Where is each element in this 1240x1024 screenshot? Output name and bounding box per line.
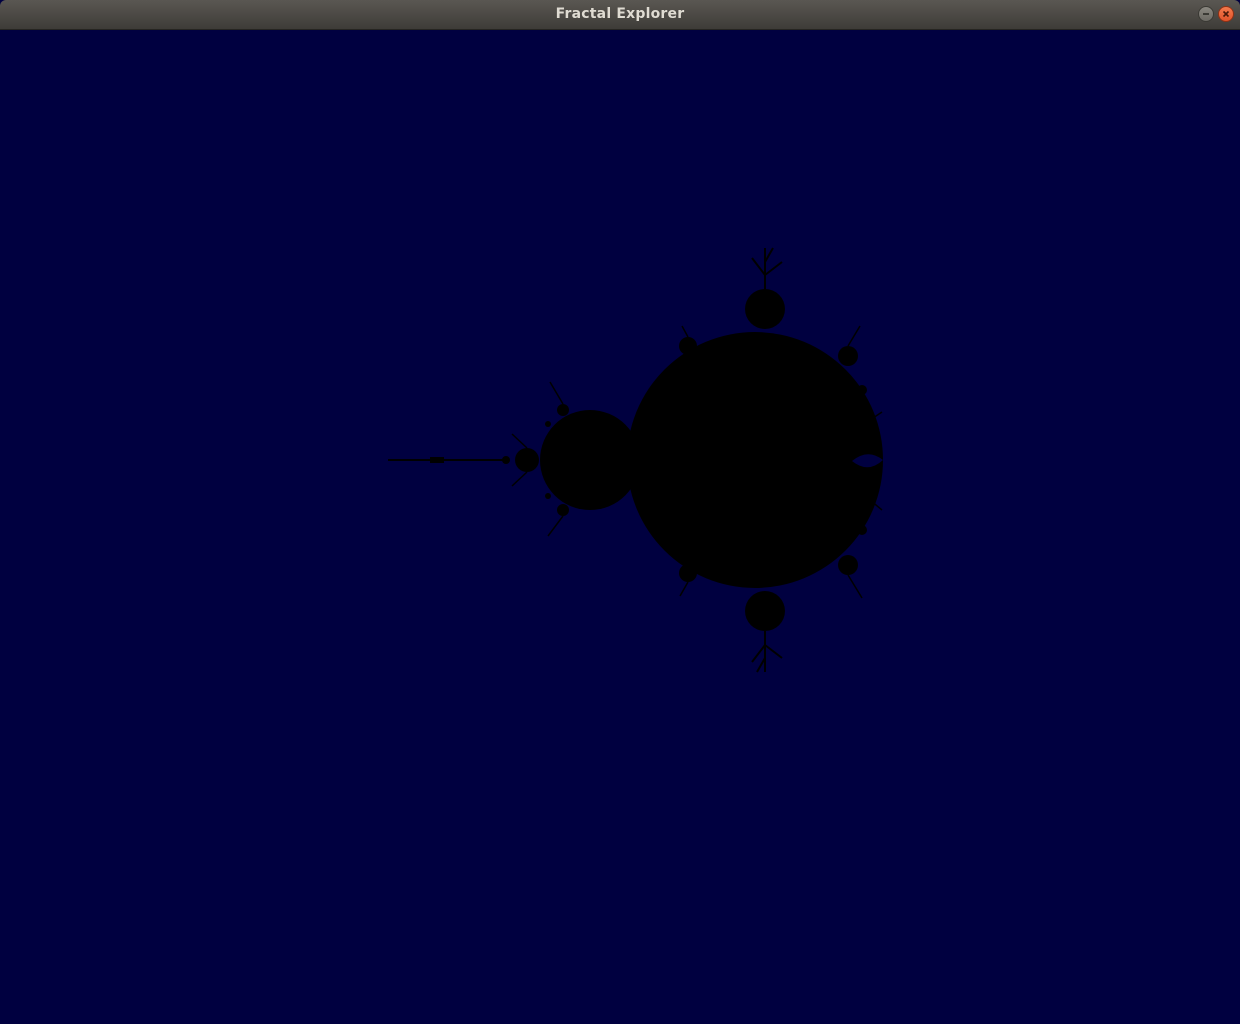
- window-controls: [1198, 6, 1234, 22]
- minimize-icon: [1203, 13, 1209, 15]
- mandelbrot-render: [0, 30, 1240, 1024]
- canvas-background: [0, 30, 1240, 1024]
- close-button[interactable]: [1218, 6, 1234, 22]
- app-window: Fractal Explorer: [0, 0, 1240, 1024]
- fractal-canvas[interactable]: [0, 30, 1240, 1024]
- window-title: Fractal Explorer: [555, 6, 685, 22]
- title-bar[interactable]: Fractal Explorer: [0, 0, 1240, 30]
- close-icon: [1222, 10, 1230, 18]
- minimize-button[interactable]: [1198, 6, 1214, 22]
